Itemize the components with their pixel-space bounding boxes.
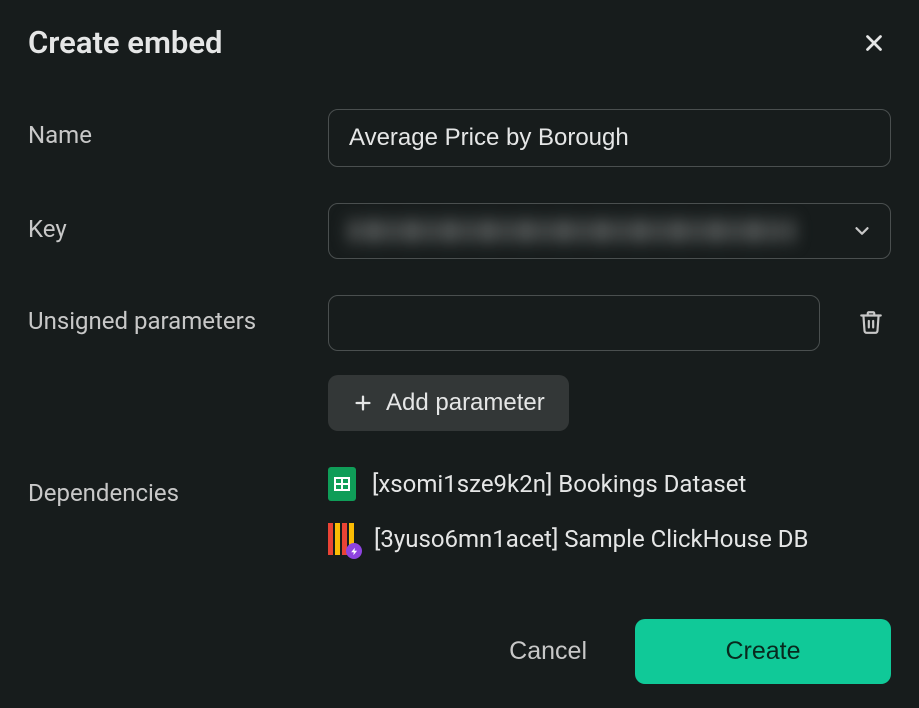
dependency-text: [3yuso6mn1acet] Sample ClickHouse DB xyxy=(374,525,808,553)
unsigned-params-label: Unsigned parameters xyxy=(28,295,328,335)
add-parameter-label: Add parameter xyxy=(386,389,545,417)
add-parameter-button[interactable]: Add parameter xyxy=(328,375,569,431)
plus-icon xyxy=(352,392,374,414)
key-label: Key xyxy=(28,203,328,243)
key-select-wrapper xyxy=(328,203,891,259)
create-button[interactable]: Create xyxy=(635,619,891,684)
close-icon xyxy=(861,30,887,56)
param-input-row xyxy=(328,295,891,351)
dependency-item: [xsomi1sze9k2n] Bookings Dataset xyxy=(328,467,891,501)
dependency-item: [3yuso6mn1acet] Sample ClickHouse DB xyxy=(328,523,891,555)
trash-icon xyxy=(858,309,884,335)
clickhouse-icon xyxy=(328,523,358,555)
dependencies-row: Dependencies [xsomi1sze9k2n] Bookings Da… xyxy=(28,467,891,555)
bolt-icon xyxy=(350,547,359,556)
name-input[interactable] xyxy=(328,109,891,167)
dependencies-list: [xsomi1sze9k2n] Bookings Dataset [3yuso6… xyxy=(328,467,891,555)
dependencies-label: Dependencies xyxy=(28,467,328,507)
name-row: Name xyxy=(28,109,891,167)
modal-footer: Cancel Create xyxy=(28,619,891,684)
key-redacted-value xyxy=(349,220,793,242)
create-embed-modal: Create embed Name Key xyxy=(0,0,919,708)
key-row: Key xyxy=(28,203,891,259)
name-label: Name xyxy=(28,109,328,149)
delete-param-button[interactable] xyxy=(854,305,888,342)
unsigned-param-input[interactable] xyxy=(328,295,820,351)
dependency-text: [xsomi1sze9k2n] Bookings Dataset xyxy=(372,470,746,498)
sheets-icon xyxy=(328,467,356,501)
unsigned-params-row: Unsigned parameters xyxy=(28,295,891,431)
modal-title: Create embed xyxy=(28,24,222,61)
close-button[interactable] xyxy=(857,26,891,60)
modal-header: Create embed xyxy=(28,24,891,61)
form-body: Name Key Unsigned parameters xyxy=(28,109,891,619)
cancel-button[interactable]: Cancel xyxy=(509,637,587,666)
key-select[interactable] xyxy=(328,203,891,259)
